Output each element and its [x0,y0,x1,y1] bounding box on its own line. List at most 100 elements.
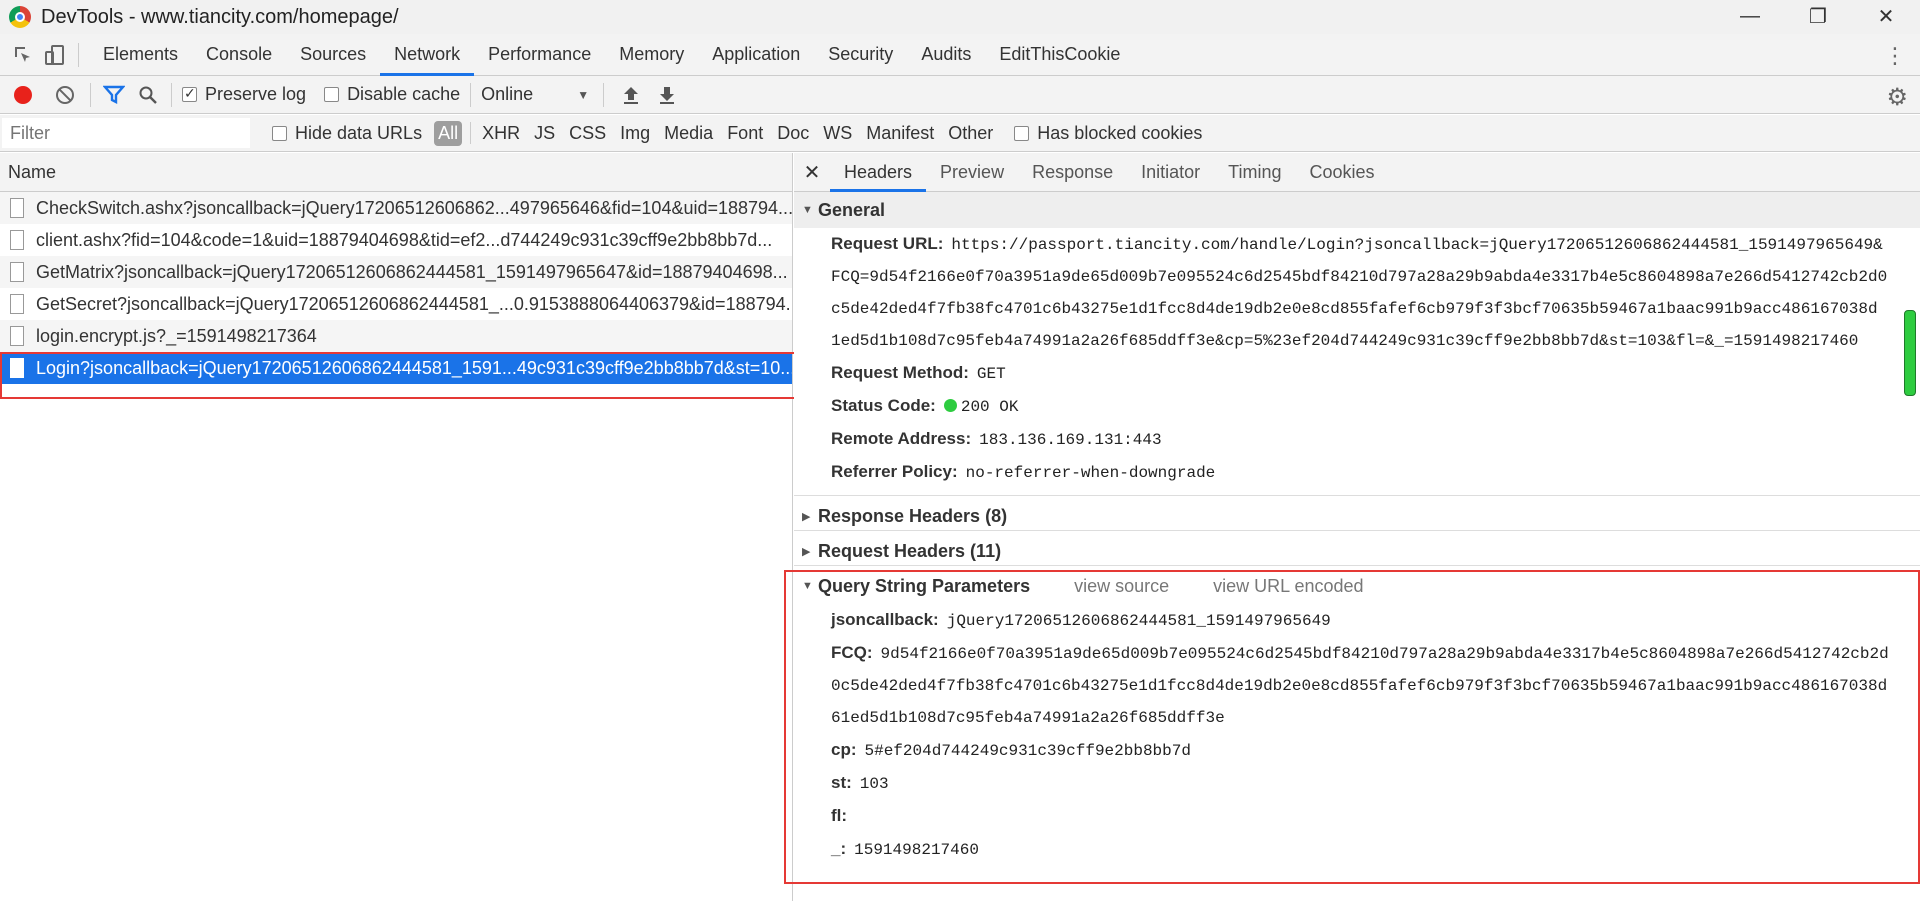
gear-icon[interactable]: ⚙ [1886,83,1908,112]
record-icon[interactable] [14,85,32,104]
referrer-policy-label: Referrer Policy: [831,462,958,481]
hide-data-urls-label: Hide data URLs [295,122,423,143]
scrollbar-thumb[interactable] [1904,310,1916,396]
response-headers-section-header[interactable]: ▶ Response Headers (8) [794,498,1920,534]
tab-elements[interactable]: Elements [89,34,192,76]
request-headers-title: Request Headers (11) [818,540,1002,561]
more-options-icon[interactable]: ⋮ [1884,43,1906,69]
preserve-log-label: Preserve log [205,84,307,104]
hide-data-urls-checkbox[interactable] [272,125,287,141]
request-name: client.ashx?fid=104&code=1&uid=188794046… [36,229,773,250]
network-toolbar: Preserve log Disable cache Online ▼ ⚙ [0,76,1920,114]
request-row[interactable]: client.ashx?fid=104&code=1&uid=188794046… [0,224,792,256]
tab-performance[interactable]: Performance [474,34,605,76]
export-har-icon[interactable] [654,82,680,108]
tab-editthiscookie[interactable]: EditThisCookie [985,34,1134,76]
name-column-header[interactable]: Name [0,153,792,192]
tab-application[interactable]: Application [698,34,814,76]
file-icon [10,230,24,250]
filter-type-media[interactable]: Media [657,123,720,144]
close-icon[interactable]: ✕ [1852,0,1920,32]
tab-security[interactable]: Security [814,34,907,76]
disable-cache-checkbox[interactable] [324,87,340,102]
filter-funnel-icon[interactable] [101,82,127,108]
divider [794,530,1920,531]
divider [78,42,79,67]
request-method-label: Request Method: [831,363,969,382]
filter-type-all[interactable]: All [434,120,463,146]
divider [794,565,1920,566]
chrome-logo-icon [9,6,31,28]
tab-network[interactable]: Network [380,34,475,76]
request-method-row: Request Method: GET [794,357,1920,390]
file-icon [10,294,24,314]
tab-initiator[interactable]: Initiator [1127,153,1214,192]
tab-audits[interactable]: Audits [907,34,985,76]
highlight-box [0,352,796,399]
throttling-select[interactable]: Online ▼ [481,84,589,105]
detail-tab-bar: ✕ Headers Preview Response Initiator Tim… [794,153,1920,192]
divider [470,82,472,107]
status-code-row: Status Code: 200 OK [794,390,1920,423]
request-url-continuation: c5de42ded4f7fb38fc4701c6b43275e1d1fcc8d4… [831,300,1878,318]
remote-address-row: Remote Address: 183.136.169.131:443 [794,423,1920,456]
status-code-label: Status Code: [831,396,936,415]
divider [603,82,605,107]
request-url-continuation: FCQ=9d54f2166e0f70a3951a9de65d009b7e0955… [831,268,1888,286]
request-row[interactable]: CheckSwitch.ashx?jsoncallback=jQuery1720… [0,192,792,224]
filter-type-js[interactable]: JS [527,123,562,144]
filter-type-img[interactable]: Img [613,123,657,144]
minimize-icon[interactable]: — [1716,0,1784,32]
tab-response[interactable]: Response [1018,153,1127,192]
filter-bar: Hide data URLs All XHR JS CSS Img Media … [0,115,1920,152]
divider [794,495,1920,496]
close-detail-icon[interactable]: ✕ [794,160,830,185]
tab-sources[interactable]: Sources [286,34,380,76]
referrer-policy-value: no-referrer-when-downgrade [965,464,1216,482]
tab-cookies[interactable]: Cookies [1296,153,1389,192]
request-url-label: Request URL: [831,234,944,253]
filter-type-ws[interactable]: WS [816,123,859,144]
window-controls: — ❐ ✕ [1716,0,1920,34]
remote-address-value: 183.136.169.131:443 [979,431,1162,449]
filter-type-font[interactable]: Font [720,123,770,144]
maximize-icon[interactable]: ❐ [1784,0,1852,32]
filter-input[interactable] [2,118,250,148]
divider [171,82,172,107]
request-headers-section-header[interactable]: ▶ Request Headers (11) [794,533,1920,569]
window-titlebar: DevTools - www.tiancity.com/homepage/ — … [0,0,1920,34]
filter-type-doc[interactable]: Doc [770,123,816,144]
has-blocked-cookies-checkbox[interactable] [1014,125,1030,141]
request-row[interactable]: login.encrypt.js?_=1591498217364 [0,320,792,352]
tab-preview[interactable]: Preview [926,153,1018,192]
general-section-header[interactable]: ▼ General [794,192,1920,228]
clear-icon[interactable] [56,85,74,104]
highlight-box [784,570,1920,884]
throttling-value: Online [481,84,534,104]
file-icon [10,262,24,282]
divider [90,82,91,107]
filter-type-manifest[interactable]: Manifest [859,123,941,144]
device-toolbar-icon[interactable] [42,42,68,68]
status-ok-icon [943,399,957,412]
window-title: DevTools - www.tiancity.com/homepage/ [41,5,399,28]
tab-console[interactable]: Console [192,34,286,76]
tab-headers[interactable]: Headers [830,153,927,192]
preserve-log-checkbox[interactable] [182,85,197,102]
request-row[interactable]: GetMatrix?jsoncallback=jQuery17206512606… [0,256,792,288]
tab-memory[interactable]: Memory [605,34,698,76]
import-har-icon[interactable] [618,82,644,108]
triangle-down-icon: ▼ [802,204,813,216]
filter-type-css[interactable]: CSS [562,123,613,144]
filter-type-xhr[interactable]: XHR [475,123,527,144]
request-url-continuation: 1ed5d1b108d7c95feb4a74991a2a26f685ddff3e… [831,332,1859,350]
search-icon[interactable] [135,82,161,108]
tab-timing[interactable]: Timing [1214,153,1295,192]
request-method-value: GET [976,365,1006,383]
request-row[interactable]: GetSecret?jsoncallback=jQuery17206512606… [0,288,792,320]
disable-cache-label: Disable cache [347,84,461,104]
inspect-element-icon[interactable] [10,42,36,68]
triangle-right-icon: ▶ [802,510,811,523]
request-name: GetMatrix?jsoncallback=jQuery17206512606… [36,261,788,282]
filter-type-other[interactable]: Other [941,123,1000,144]
